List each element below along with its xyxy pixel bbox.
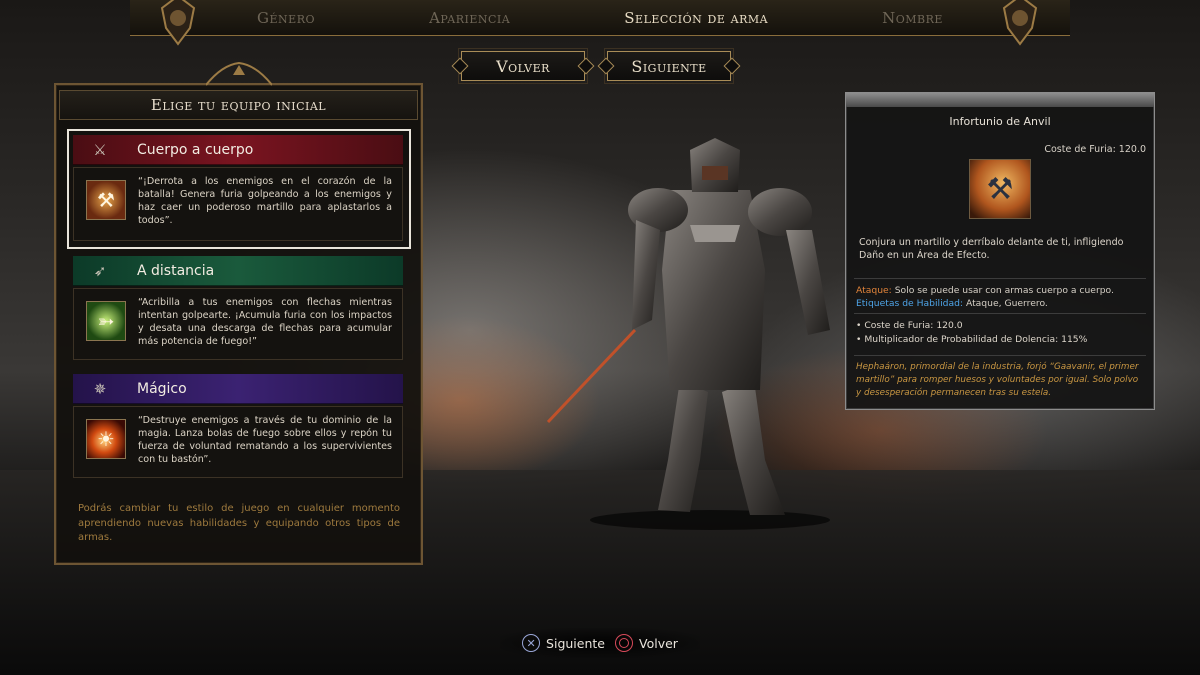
step-name[interactable]: Nombre <box>882 9 943 27</box>
skill-lore: Hephaáron, primordial de la industria, f… <box>856 362 1139 398</box>
skill-requirements: Ataque: Solo se puede usar con armas cue… <box>856 284 1146 310</box>
playstyle-hint: Podrás cambiar tu estilo de juego en cua… <box>78 503 400 543</box>
class-card-header: ✵ Mágico <box>73 374 403 404</box>
starting-equipment-panel: Elige tu equipo inicial ⚔ Cuerpo a cuerp… <box>54 61 423 565</box>
divider <box>854 355 1146 356</box>
stat-fury-cost: Coste de Furia: 120.0 <box>856 319 1146 333</box>
skill-cost: Coste de Furia: 120.0 <box>1044 144 1146 155</box>
sword-icon: ⚔ <box>93 141 107 159</box>
stat-ailment-multiplier: Multiplicador de Probabilidad de Dolenci… <box>856 333 1146 347</box>
attack-text: Solo se puede usar con armas cuerpo a cu… <box>894 285 1114 296</box>
next-prompt[interactable]: ✕ Siguiente <box>522 634 605 652</box>
tooltip-header-bar <box>846 93 1154 107</box>
divider <box>854 278 1146 279</box>
class-card-body: ☀ “Destruye enemigos a través de tu domi… <box>73 406 403 478</box>
class-card-title: Mágico <box>137 380 187 397</box>
skill-description: Conjura un martillo y derríbalo delante … <box>859 237 1124 261</box>
class-card-melee[interactable]: ⚔ Cuerpo a cuerpo ⚒ “¡Derrota a los enem… <box>67 129 411 249</box>
circle-button-icon <box>615 634 633 652</box>
attack-label: Ataque: <box>856 285 892 296</box>
class-card-header: ⚔ Cuerpo a cuerpo <box>73 135 403 165</box>
step-gender[interactable]: Género <box>257 9 315 27</box>
wizard-step-bar: Género Apariencia Selección de arma Nomb… <box>130 0 1070 36</box>
step-weapon-selection[interactable]: Selección de arma <box>624 9 768 27</box>
armored-warrior-character <box>546 138 830 530</box>
bow-icon: ➶ <box>93 262 107 280</box>
arrows-icon: ➳ <box>86 301 126 341</box>
panel-title: Elige tu equipo inicial <box>59 90 418 120</box>
skill-tags-label: Etiquetas de Habilidad: <box>856 298 964 309</box>
class-card-ranged[interactable]: ➶ A distancia ➳ “Acribilla a tus enemigo… <box>71 254 407 362</box>
fireball-icon: ☀ <box>86 419 126 459</box>
skill-tooltip: Infortunio de Anvil Coste de Furia: 120.… <box>845 92 1155 410</box>
class-card-header: ➶ A distancia <box>73 256 403 286</box>
panel-ornament-icon <box>206 61 272 86</box>
skull-crest-icon <box>1002 0 1038 46</box>
class-card-description: “Acribilla a tus enemigos con flechas mi… <box>138 297 392 347</box>
class-card-body: ⚒ “¡Derrota a los enemigos en el corazón… <box>73 167 403 241</box>
back-prompt[interactable]: Volver <box>615 634 678 652</box>
back-prompt-label: Volver <box>639 635 678 651</box>
class-card-title: A distancia <box>137 262 215 279</box>
class-card-body: ➳ “Acribilla a tus enemigos con flechas … <box>73 288 403 360</box>
hammer-icon: ⚒ <box>86 180 126 220</box>
controller-prompts: ✕ Siguiente Volver <box>500 628 700 658</box>
class-card-title: Cuerpo a cuerpo <box>137 141 254 158</box>
anvil-hammer-icon: ⚒ <box>969 159 1031 219</box>
back-button[interactable]: Volver <box>458 48 588 84</box>
cross-button-icon: ✕ <box>522 634 541 652</box>
next-button[interactable]: Siguiente <box>604 48 734 84</box>
divider <box>854 313 1146 314</box>
skull-crest-icon <box>160 0 196 46</box>
class-card-description: “Destruye enemigos a través de tu domini… <box>138 415 392 465</box>
class-card-magic[interactable]: ✵ Mágico ☀ “Destruye enemigos a través d… <box>71 372 407 480</box>
class-card-description: “¡Derrota a los enemigos en el corazón d… <box>138 176 392 226</box>
skill-stats: Coste de Furia: 120.0 Multiplicador de P… <box>856 319 1146 347</box>
next-prompt-label: Siguiente <box>546 635 605 651</box>
step-appearance[interactable]: Apariencia <box>429 9 510 27</box>
staff-icon: ✵ <box>93 380 107 398</box>
skill-tags-text: Ataque, Guerrero. <box>965 298 1048 309</box>
skill-name: Infortunio de Anvil <box>949 115 1051 128</box>
